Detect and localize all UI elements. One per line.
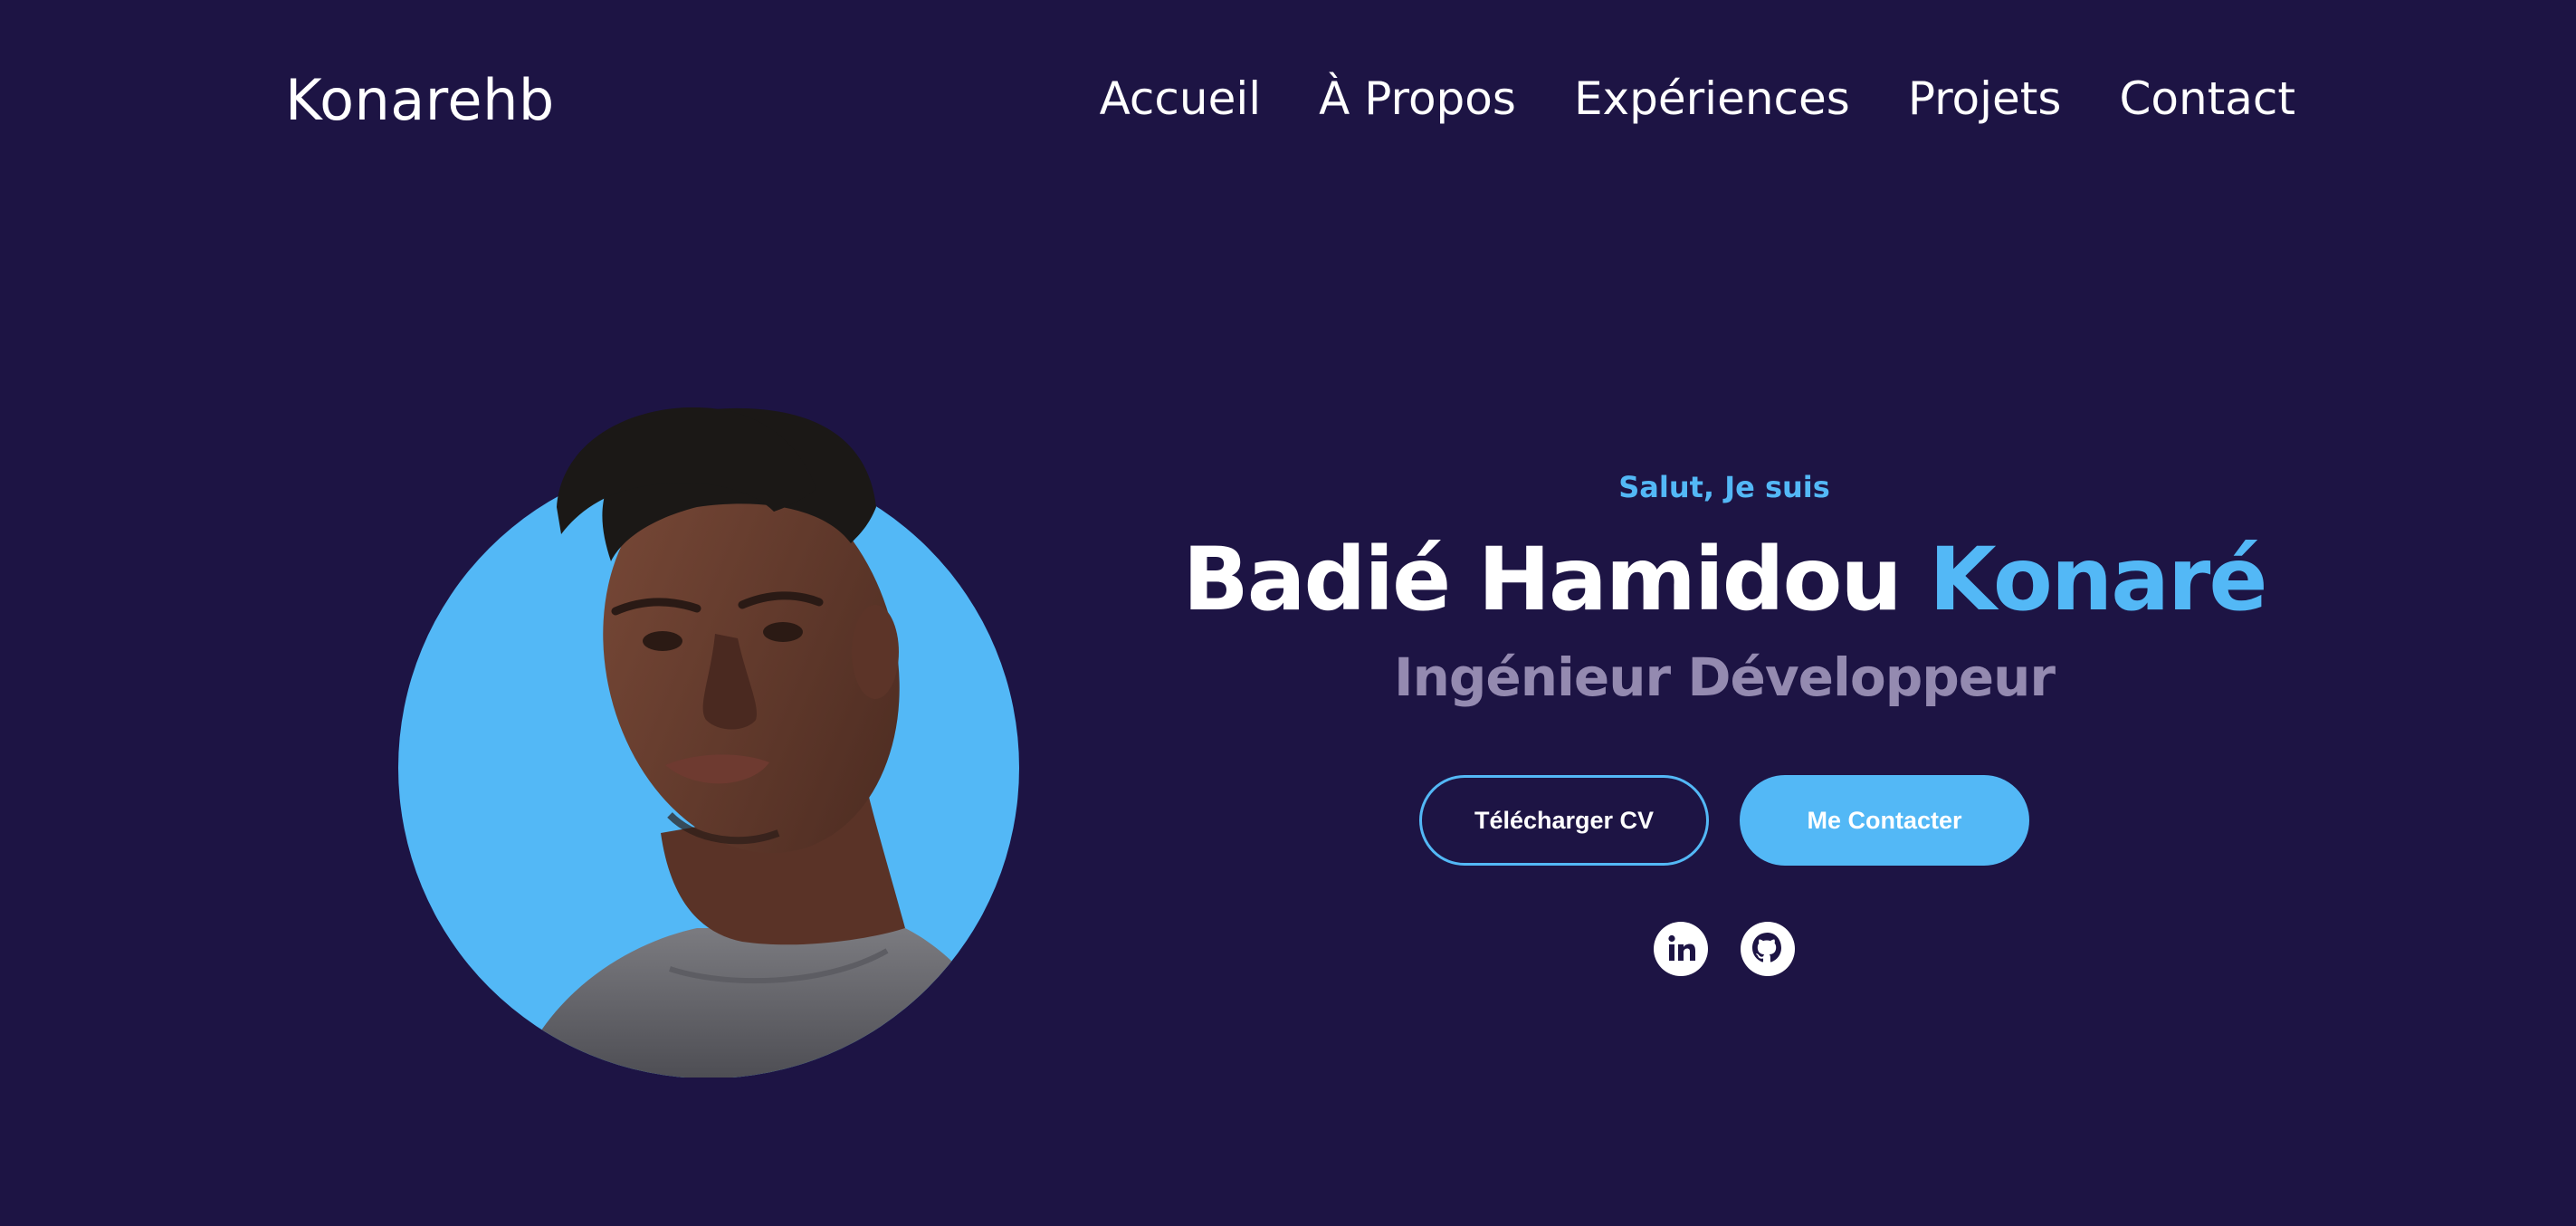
contact-button[interactable]: Me Contacter [1740, 775, 2029, 866]
nav-item-experiences[interactable]: Expériences [1574, 72, 1850, 125]
linkedin-icon[interactable] [1654, 922, 1708, 976]
hero-role: Ingénieur Développeur [1394, 647, 2056, 708]
site-logo[interactable]: Konarehb [285, 67, 555, 133]
main-nav: Accueil À Propos Expériences Projets Con… [1100, 72, 2295, 125]
download-cv-button[interactable]: Télécharger CV [1419, 775, 1709, 866]
hero-buttons: Télécharger CV Me Contacter [1177, 775, 2272, 866]
profile-photo [398, 407, 1019, 1078]
page: Konarehb Accueil À Propos Expériences Pr… [0, 0, 2576, 1226]
hero-name: Badié Hamidou Konaré [1177, 525, 2272, 634]
social-links [1177, 922, 2272, 976]
hero-section: Salut, Je suis Badié Hamidou Konaré Ingé… [1177, 462, 2272, 976]
nav-item-accueil[interactable]: Accueil [1100, 72, 1262, 125]
name-accent: Konaré [1929, 529, 2267, 630]
github-icon[interactable] [1741, 922, 1795, 976]
nav-item-a-propos[interactable]: À Propos [1319, 72, 1516, 125]
name-main: Badié Hamidou [1182, 529, 1903, 630]
nav-item-projets[interactable]: Projets [1908, 72, 2062, 125]
greeting-text: Salut, Je suis [1618, 470, 1830, 504]
nav-item-contact[interactable]: Contact [2119, 72, 2295, 125]
